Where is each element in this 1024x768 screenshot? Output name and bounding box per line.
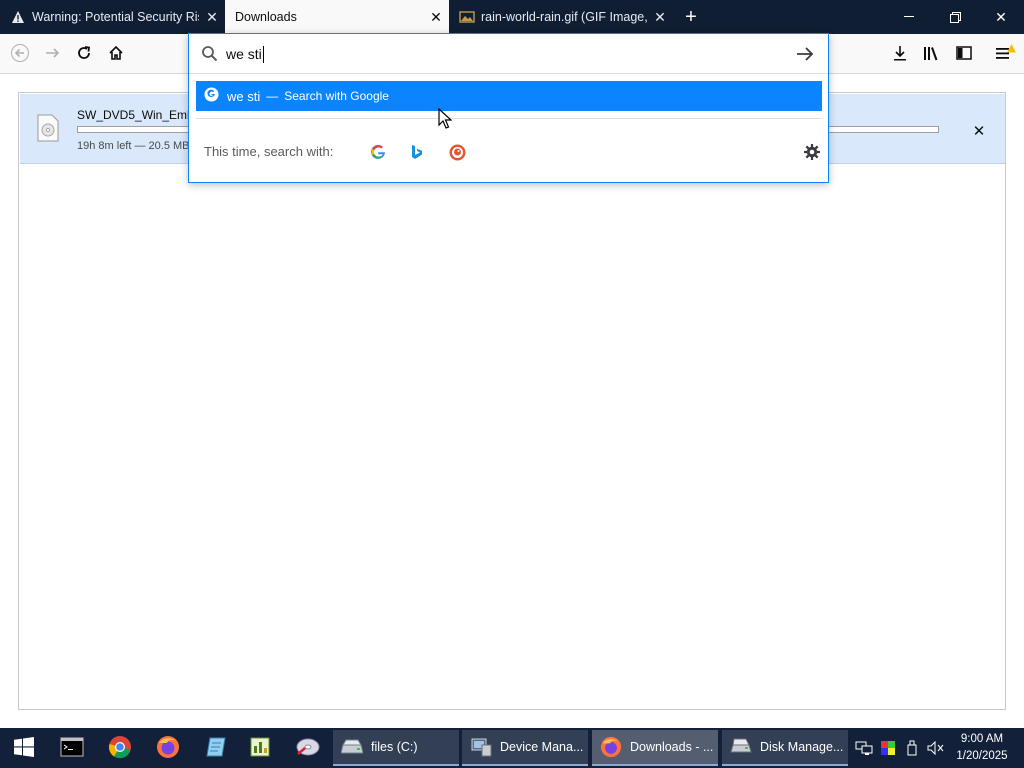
taskbar-clock[interactable]: 9:00 AM 1/20/2025 xyxy=(950,731,1014,765)
back-arrow-icon xyxy=(11,43,29,65)
sidebar-button[interactable] xyxy=(950,40,978,68)
tab-strip: Warning: Potential Security Risk Ahead ✕… xyxy=(0,0,1024,34)
sidebar-icon xyxy=(956,45,972,63)
device-manager-icon xyxy=(470,736,492,758)
urlbar-popup: we sti we sti — Search with Google This … xyxy=(188,33,829,183)
new-tab-icon[interactable]: + xyxy=(673,0,709,34)
taskbar-task-disk-management[interactable]: Disk Manage... xyxy=(722,730,848,766)
forward-arrow-icon xyxy=(44,45,60,64)
url-input[interactable]: we sti xyxy=(189,34,828,74)
tab-gif-image[interactable]: rain-world-rain.gif (GIF Image, 800 × 60… xyxy=(449,0,673,34)
taskbar-task-device-manager[interactable]: Device Mana... xyxy=(462,730,588,766)
go-arrow-icon[interactable] xyxy=(796,46,814,65)
disc-image-file-icon xyxy=(37,114,59,145)
back-button[interactable] xyxy=(6,40,34,68)
command-prompt-icon xyxy=(60,737,84,760)
disk-management-icon xyxy=(730,736,752,758)
usb-device-icon[interactable] xyxy=(901,736,923,760)
warning-icon xyxy=(10,9,26,25)
task-label: files (C:) xyxy=(371,740,418,754)
tab-title: Downloads xyxy=(235,10,297,24)
task-label: Disk Manage... xyxy=(760,740,844,754)
chrome-icon xyxy=(108,735,132,762)
google-icon xyxy=(204,87,219,105)
home-icon xyxy=(108,45,124,64)
taskbar-firefox[interactable] xyxy=(144,728,192,768)
taskbar-app-green[interactable] xyxy=(236,728,284,768)
download-status: 19h 8m left — 20.5 MB xyxy=(77,140,190,152)
forward-button[interactable] xyxy=(38,40,66,68)
clock-date: 1/20/2025 xyxy=(956,750,1008,762)
bing-engine-icon[interactable] xyxy=(410,144,424,163)
close-tab-icon[interactable]: ✕ xyxy=(647,0,673,34)
image-icon xyxy=(459,9,475,25)
volume-muted-icon[interactable] xyxy=(925,736,947,760)
home-button[interactable] xyxy=(102,40,130,68)
taskbar: files (C:) Device Mana... Downloads - ..… xyxy=(0,728,1024,768)
windows-logo-icon xyxy=(14,736,34,760)
reload-icon xyxy=(76,45,92,64)
taskbar-command-prompt[interactable] xyxy=(48,728,96,768)
taskbar-app-disc[interactable] xyxy=(284,728,332,768)
download-arrow-icon xyxy=(892,45,908,64)
spreadsheet-icon xyxy=(249,736,271,761)
menu-button[interactable] xyxy=(990,40,1018,68)
task-label: Downloads - ... xyxy=(630,740,714,754)
duckduckgo-engine-icon[interactable] xyxy=(449,144,466,164)
hamburger-menu-icon xyxy=(996,43,1016,63)
suggestion-separator: — xyxy=(266,89,279,103)
close-tab-icon[interactable]: ✕ xyxy=(423,0,449,34)
minimize-icon[interactable] xyxy=(886,0,932,34)
mouse-cursor-icon xyxy=(438,107,453,133)
color-settings-icon[interactable] xyxy=(877,736,899,760)
close-tab-icon[interactable]: ✕ xyxy=(199,0,225,34)
notepad-icon xyxy=(205,736,227,761)
search-settings-gear-icon[interactable] xyxy=(803,143,821,164)
tab-title: rain-world-rain.gif (GIF Image, 800 × 60… xyxy=(481,10,647,24)
tab-title: Warning: Potential Security Risk Ahead xyxy=(32,10,199,24)
search-icon xyxy=(201,45,218,65)
tab-downloads[interactable]: Downloads ✕ xyxy=(225,0,449,34)
clock-time: 9:00 AM xyxy=(960,733,1004,745)
restore-icon[interactable] xyxy=(932,0,978,34)
disc-burner-icon xyxy=(295,736,321,761)
google-engine-icon[interactable] xyxy=(370,144,386,163)
update-badge-icon xyxy=(1007,42,1016,56)
taskbar-app-blue[interactable] xyxy=(192,728,240,768)
search-suggestion-google[interactable]: we sti — Search with Google xyxy=(196,81,822,111)
cancel-download-icon[interactable]: ✕ xyxy=(970,122,988,140)
start-button[interactable] xyxy=(0,728,48,768)
drive-icon xyxy=(341,736,363,758)
url-input-text: we sti xyxy=(226,46,262,62)
tab-security-warning[interactable]: Warning: Potential Security Risk Ahead ✕ xyxy=(0,0,225,34)
downloads-button[interactable] xyxy=(886,40,914,68)
close-window-icon[interactable]: ✕ xyxy=(978,0,1024,34)
firefox-icon xyxy=(156,735,180,762)
downloads-page: SW_DVD5_Win_Embedded 19h 8m left — 20.5 … xyxy=(18,92,1006,710)
library-icon xyxy=(923,45,941,64)
library-button[interactable] xyxy=(918,40,946,68)
text-caret xyxy=(263,46,264,63)
one-off-search-bar: This time, search with: xyxy=(196,118,822,182)
suggestion-action: Search with Google xyxy=(284,89,389,103)
firefox-icon xyxy=(600,736,622,758)
suggestion-query: we sti xyxy=(227,88,261,104)
taskbar-task-files[interactable]: files (C:) xyxy=(333,730,459,766)
reload-button[interactable] xyxy=(70,40,98,68)
taskbar-chrome[interactable] xyxy=(96,728,144,768)
task-label: Device Mana... xyxy=(500,740,584,754)
taskbar-task-firefox-downloads[interactable]: Downloads - ... xyxy=(592,730,718,766)
network-icon[interactable] xyxy=(853,736,875,760)
one-off-label: This time, search with: xyxy=(204,144,334,159)
